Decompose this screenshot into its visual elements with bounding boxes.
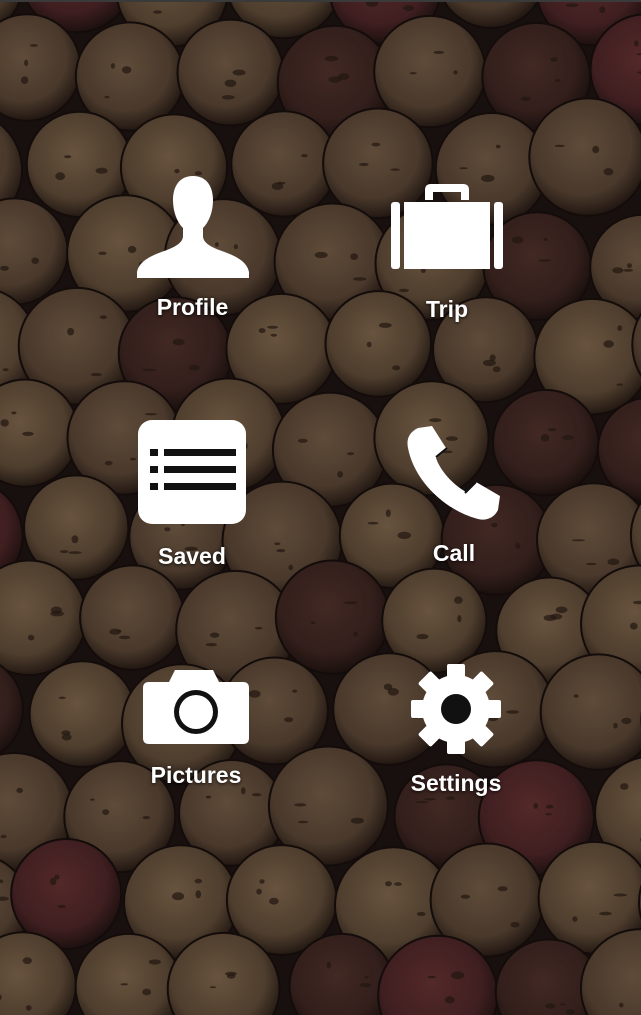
saved-label: Saved	[158, 543, 226, 569]
person-silhouette-icon	[136, 176, 249, 278]
profile-button[interactable]: Profile	[120, 174, 265, 320]
settings-button[interactable]: Settings	[392, 662, 520, 796]
call-label: Call	[432, 540, 476, 566]
background-shade	[0, 2, 641, 1015]
trip-button[interactable]: Trip	[382, 184, 512, 322]
camera-icon	[143, 670, 249, 744]
pictures-button[interactable]: Pictures	[128, 670, 264, 788]
gear-icon	[411, 664, 501, 754]
call-button[interactable]: Call	[390, 426, 518, 566]
suitcase-icon	[391, 184, 503, 269]
pictures-label: Pictures	[150, 762, 242, 788]
profile-label: Profile	[156, 294, 229, 320]
list-icon	[138, 420, 246, 524]
home-screen: Profile Trip Saved Call Pictures Setting…	[0, 0, 641, 1015]
saved-button[interactable]: Saved	[122, 419, 262, 569]
trip-label: Trip	[425, 296, 469, 322]
phone-icon	[407, 426, 500, 520]
settings-label: Settings	[410, 770, 502, 796]
